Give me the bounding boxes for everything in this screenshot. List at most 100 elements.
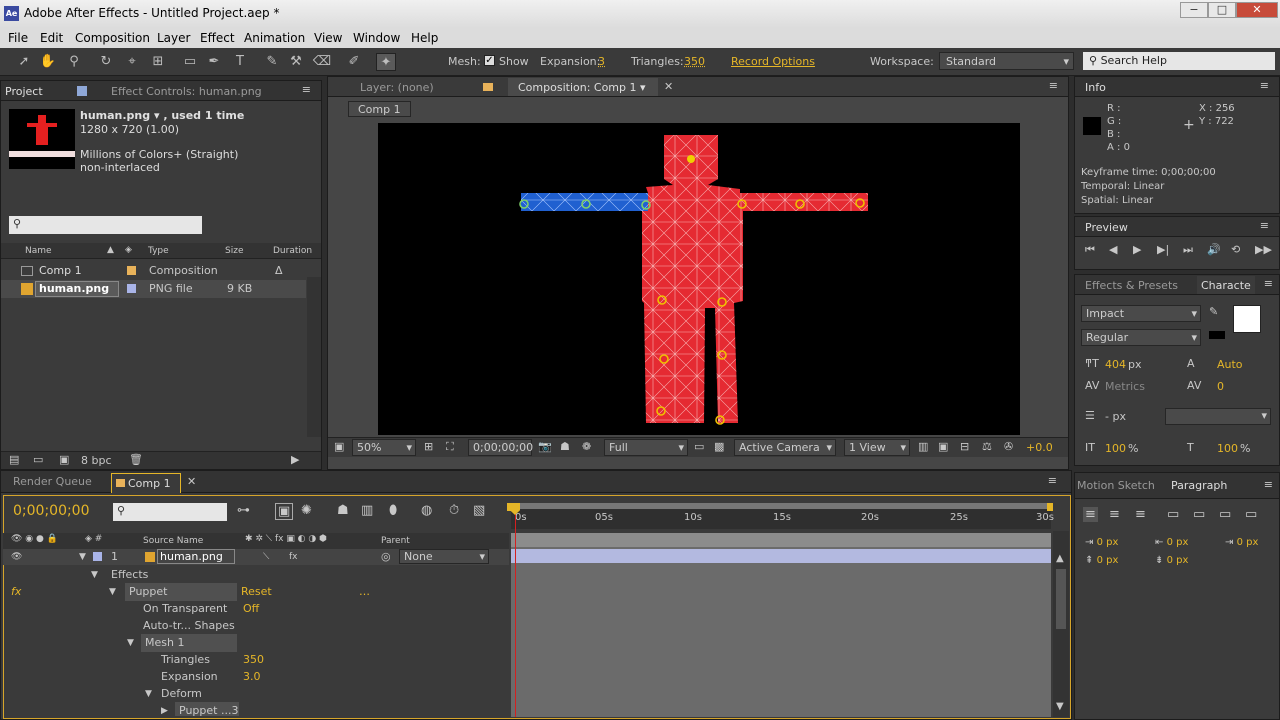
- interpret-footage-icon[interactable]: ▤: [9, 453, 19, 466]
- auto-keyframe-icon[interactable]: ⏱: [449, 503, 459, 518]
- col-duration[interactable]: Duration: [273, 246, 312, 256]
- snapshot-icon[interactable]: 📷: [538, 440, 552, 453]
- tab-effect-controls[interactable]: Effect Controls: human.png: [111, 85, 262, 98]
- prop-value[interactable]: Off: [243, 600, 259, 618]
- col-name[interactable]: Name: [25, 246, 52, 256]
- pan-behind-tool-icon[interactable]: ⊞: [148, 53, 168, 71]
- fx-toggle-icon[interactable]: fx: [11, 583, 21, 601]
- toggle-pixel-aspect-icon[interactable]: ▥: [918, 440, 928, 453]
- tab-effects-presets[interactable]: Effects & Presets: [1085, 279, 1178, 292]
- comp-mini-flowchart-icon[interactable]: ⊶: [237, 503, 250, 518]
- new-folder-icon[interactable]: ▭: [33, 453, 43, 466]
- resolution-dropdown[interactable]: Full ▾: [604, 439, 688, 456]
- expansion-value[interactable]: 3: [598, 55, 605, 68]
- indent-first-value[interactable]: 0 px: [1237, 537, 1259, 548]
- options-dots[interactable]: …: [359, 583, 370, 601]
- twirl-open-icon[interactable]: ▼: [109, 583, 116, 601]
- scroll-thumb[interactable]: [1056, 569, 1066, 629]
- minimize-button[interactable]: −: [1180, 2, 1208, 18]
- vertical-scale-value[interactable]: 100: [1105, 442, 1126, 455]
- menu-edit[interactable]: Edit: [40, 31, 63, 45]
- prop-deform[interactable]: ▼ Deform: [3, 685, 509, 703]
- prop-mesh-1[interactable]: ▼ Mesh 1: [3, 634, 509, 652]
- timeline-current-time[interactable]: 0;00;00;00: [13, 503, 90, 519]
- search-help-input[interactable]: ⚲ Search Help: [1083, 52, 1275, 70]
- collapse-switch-icon[interactable]: ⟍: [263, 549, 269, 565]
- twirl-open-icon[interactable]: ▼: [91, 566, 98, 584]
- leading-value[interactable]: Auto: [1217, 358, 1243, 371]
- rotate-tool-icon[interactable]: ↻: [96, 53, 116, 71]
- eraser-tool-icon[interactable]: ⌫: [312, 53, 332, 71]
- prop-effects[interactable]: ▼ Effects: [3, 566, 509, 584]
- trash-icon[interactable]: 🗑: [129, 453, 143, 466]
- tab-info[interactable]: Info: [1085, 81, 1106, 94]
- mask-visibility-icon[interactable]: ⛶: [446, 440, 454, 454]
- reset-exposure-icon[interactable]: ✇: [1004, 440, 1013, 453]
- view-layout-dropdown[interactable]: 1 View ▾: [844, 439, 910, 456]
- shy-icon[interactable]: ☗: [337, 503, 349, 518]
- justify-left-icon[interactable]: ▭: [1167, 507, 1179, 522]
- timeline-search-input[interactable]: ⚲: [113, 503, 227, 521]
- camera-tool-icon[interactable]: ⌖: [122, 53, 142, 71]
- scroll-up-icon[interactable]: ▲: [1056, 553, 1064, 564]
- tab-project[interactable]: Project: [5, 85, 43, 98]
- live-update-icon[interactable]: ▣: [275, 503, 294, 520]
- layer-row[interactable]: 👁 ▼ 1 human.png ⟍ fx ◎ None ▾: [3, 549, 509, 565]
- fill-color-swatch[interactable]: [1233, 305, 1261, 333]
- prop-triangles[interactable]: Triangles 350: [3, 651, 509, 669]
- last-frame-icon[interactable]: ⏭: [1183, 243, 1193, 257]
- pen-tool-icon[interactable]: ✒: [204, 53, 224, 71]
- brainstorm-icon[interactable]: ◍: [421, 503, 432, 518]
- panel-menu-icon[interactable]: ≡: [1264, 277, 1273, 290]
- justify-center-icon[interactable]: ▭: [1193, 507, 1205, 522]
- tab-render-queue[interactable]: Render Queue: [13, 475, 92, 488]
- tracking-value[interactable]: 0: [1217, 380, 1224, 393]
- close-tab-icon[interactable]: ✕: [664, 80, 673, 93]
- comp-canvas[interactable]: [378, 123, 1020, 435]
- triangles-value[interactable]: 350: [684, 55, 705, 68]
- project-item-comp[interactable]: Comp 1 Composition Δ 0;00: [1, 262, 306, 295]
- motion-blur-icon[interactable]: ⬮: [389, 503, 397, 518]
- reset-link[interactable]: Reset: [241, 583, 272, 601]
- prop-puppet-pin[interactable]: ▶ Puppet ...3: [3, 702, 509, 716]
- show-checkbox[interactable]: ✓: [484, 55, 495, 66]
- menu-view[interactable]: View: [314, 31, 342, 45]
- file-name[interactable]: human.png ▾ , used 1 time: [80, 109, 244, 122]
- tab-paragraph[interactable]: Paragraph: [1171, 479, 1227, 492]
- previous-frame-icon[interactable]: ◀: [1109, 243, 1117, 256]
- panel-menu-icon[interactable]: ≡: [1048, 474, 1057, 487]
- video-switch-icon[interactable]: 👁: [11, 549, 22, 565]
- transparency-grid-icon[interactable]: ▩: [714, 440, 724, 453]
- safe-margins-icon[interactable]: ⊞: [424, 440, 433, 453]
- menu-help[interactable]: Help: [411, 31, 438, 45]
- graph-editor-icon[interactable]: ▧: [473, 503, 485, 518]
- fx-switch-icon[interactable]: fx: [289, 549, 298, 565]
- show-snapshot-icon[interactable]: ☗: [560, 440, 570, 453]
- prop-value[interactable]: 350: [243, 651, 264, 669]
- layer-name[interactable]: human.png: [157, 549, 235, 564]
- font-size-value[interactable]: 404: [1105, 358, 1126, 371]
- project-item-png[interactable]: human.png PNG file 9 KB: [1, 280, 306, 298]
- horizontal-scale-value[interactable]: 100: [1217, 442, 1238, 455]
- tab-character[interactable]: Characte: [1197, 276, 1255, 294]
- prop-expansion[interactable]: Expansion 3.0: [3, 668, 509, 686]
- scroll-right-icon[interactable]: ▶: [291, 453, 299, 466]
- twirl-closed-icon[interactable]: ▶: [161, 702, 168, 716]
- flowchart-icon[interactable]: ⚖: [982, 440, 992, 453]
- new-comp-icon[interactable]: ▣: [59, 453, 69, 466]
- always-preview-icon[interactable]: ▣: [334, 440, 344, 453]
- layer-duration-bar[interactable]: [511, 549, 1051, 563]
- region-of-interest-icon[interactable]: ▭: [694, 440, 704, 453]
- bpc-label[interactable]: 8 bpc: [81, 454, 112, 467]
- pickwhip-icon[interactable]: ◎: [381, 549, 391, 565]
- panel-menu-icon[interactable]: ≡: [1260, 219, 1269, 232]
- frame-blending-icon[interactable]: ▥: [361, 503, 373, 518]
- panel-menu-icon[interactable]: ≡: [1264, 478, 1273, 491]
- justify-right-icon[interactable]: ▭: [1219, 507, 1231, 522]
- timeline-icon[interactable]: ⊟: [960, 440, 969, 453]
- play-icon[interactable]: ▶: [1133, 243, 1141, 256]
- tab-motion-sketch[interactable]: Motion Sketch: [1077, 479, 1155, 492]
- menu-effect[interactable]: Effect: [200, 31, 235, 45]
- brush-tool-icon[interactable]: ✎: [262, 53, 282, 71]
- ram-preview-icon[interactable]: ▶▶: [1255, 243, 1272, 256]
